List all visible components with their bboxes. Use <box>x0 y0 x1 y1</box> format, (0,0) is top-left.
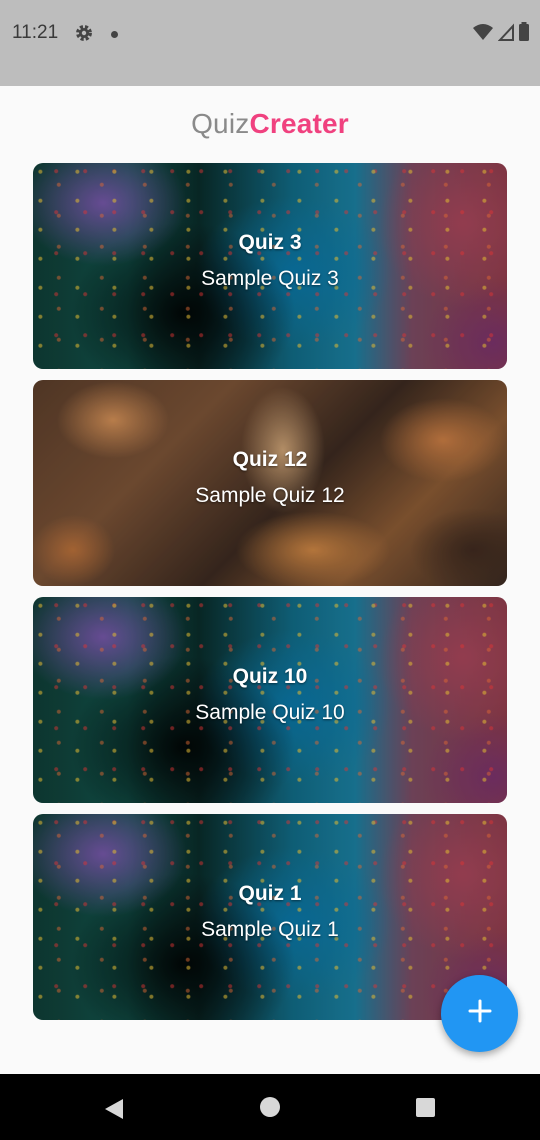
recents-icon[interactable] <box>416 1098 435 1117</box>
quiz-description: Sample Quiz 1 <box>201 918 339 941</box>
notification-dot-icon <box>111 31 118 38</box>
quiz-card-content: Quiz 12 Sample Quiz 12 <box>33 380 507 586</box>
quiz-card[interactable]: Quiz 10 Sample Quiz 10 <box>33 597 507 803</box>
home-icon[interactable] <box>260 1097 280 1117</box>
quiz-title: Quiz 10 <box>232 665 308 688</box>
quiz-description: Sample Quiz 12 <box>195 484 345 507</box>
app-title: QuizCreater <box>0 108 540 140</box>
wifi-icon <box>472 22 494 47</box>
quiz-title: Quiz 3 <box>238 231 302 254</box>
app-body: QuizCreater Quiz 3 Sample Quiz 3 Quiz 12… <box>0 86 540 1074</box>
quiz-list: Quiz 3 Sample Quiz 3 Quiz 12 Sample Quiz… <box>33 163 507 1031</box>
gear-icon <box>74 23 94 48</box>
status-time: 11:21 <box>12 22 59 43</box>
app-title-quiz: Quiz <box>191 108 250 139</box>
status-bar: 11:21 <box>0 0 540 86</box>
back-icon[interactable] <box>104 1098 124 1125</box>
app-title-creater: Creater <box>249 108 349 139</box>
quiz-description: Sample Quiz 10 <box>195 701 345 724</box>
quiz-card[interactable]: Quiz 1 Sample Quiz 1 <box>33 814 507 1020</box>
plus-icon <box>467 998 493 1029</box>
signal-icon <box>497 22 514 47</box>
navigation-bar <box>0 1074 540 1140</box>
add-quiz-button[interactable] <box>441 975 518 1052</box>
quiz-title: Quiz 12 <box>232 448 308 471</box>
quiz-card-content: Quiz 10 Sample Quiz 10 <box>33 597 507 803</box>
battery-icon <box>518 22 530 47</box>
quiz-card[interactable]: Quiz 3 Sample Quiz 3 <box>33 163 507 369</box>
quiz-description: Sample Quiz 3 <box>201 267 339 290</box>
status-icons <box>472 22 530 47</box>
quiz-title: Quiz 1 <box>238 882 302 905</box>
quiz-card-content: Quiz 3 Sample Quiz 3 <box>33 163 507 369</box>
quiz-card-content: Quiz 1 Sample Quiz 1 <box>33 814 507 1020</box>
quiz-card[interactable]: Quiz 12 Sample Quiz 12 <box>33 380 507 586</box>
